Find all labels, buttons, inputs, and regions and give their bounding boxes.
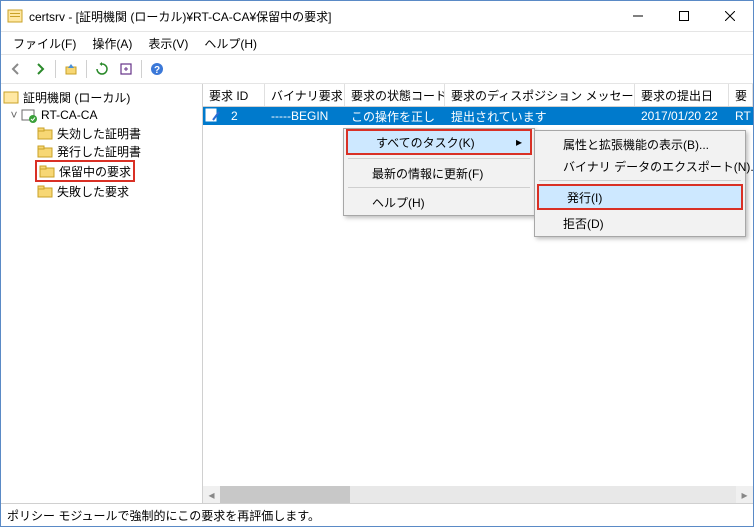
tree-pending[interactable]: 保留中の要求 [35,160,135,182]
col-bin[interactable]: バイナリ要求 [265,84,345,106]
ctx-all-tasks-label: すべてのタスク(K) [376,134,475,151]
close-button[interactable] [707,1,753,31]
menu-action[interactable]: 操作(A) [86,33,138,54]
menu-view[interactable]: 表示(V) [142,33,194,54]
tree-pending-label: 保留中の要求 [59,163,131,180]
ctx-issue-label: 発行(I) [567,189,602,206]
ctx-export-binary-label: バイナリ データのエクスポート(N)... [563,158,753,175]
ctx-refresh-label: 最新の情報に更新(F) [372,165,483,182]
h-scrollbar[interactable]: ◂ ▸ [203,486,753,503]
ctx-all-tasks[interactable]: すべてのタスク(K) ▸ [348,131,530,153]
col-id[interactable]: 要求 ID [203,84,265,106]
ctx-sep [348,187,530,188]
ctx-show-attrs-label: 属性と拡張機能の表示(B)... [563,136,709,153]
column-headers: 要求 ID バイナリ要求 要求の状態コード 要求のディスポジション メッセージ … [203,84,753,107]
cell-status: この操作を正し [345,108,445,125]
tree-revoked-label: 失効した証明書 [57,125,141,142]
ctx-export-binary[interactable]: バイナリ データのエクスポート(N)... [535,155,745,177]
help-button[interactable]: ? [146,58,168,80]
tree-root[interactable]: 証明機関 (ローカル) [3,88,200,106]
scroll-thumb[interactable] [220,486,350,503]
col-disp[interactable]: 要求のディスポジション メッセージ [445,84,635,106]
menu-bar: ファイル(F) 操作(A) 表示(V) ヘルプ(H) [1,31,753,54]
tree-issued-label: 発行した証明書 [57,143,141,160]
row-icon [203,108,225,125]
ctx-deny-label: 拒否(D) [563,215,604,232]
ctx-sep [539,180,741,181]
ctx-issue[interactable]: 発行(I) [539,186,741,208]
col-date[interactable]: 要求の提出日 [635,84,729,106]
refresh-button[interactable] [91,58,113,80]
menu-help[interactable]: ヘルプ(H) [198,33,263,54]
ctx-help-label: ヘルプ(H) [372,194,425,211]
context-submenu: 属性と拡張機能の表示(B)... バイナリ データのエクスポート(N)... 発… [534,130,746,237]
cell-date: 2017/01/20 22 [635,109,729,123]
tree-ca[interactable]: ˅ RT-CA-CA [3,106,200,124]
cell-disp: 提出されています [445,108,635,125]
col-extra[interactable]: 要 [729,84,753,106]
menu-file[interactable]: ファイル(F) [7,33,82,54]
export-button[interactable] [115,58,137,80]
ctx-deny[interactable]: 拒否(D) [535,212,745,234]
cell-extra: RT [729,109,753,123]
tree-issued[interactable]: 発行した証明書 [3,142,200,160]
ctx-refresh[interactable]: 最新の情報に更新(F) [344,162,534,184]
cell-id: 2 [225,109,265,123]
window-title: certsrv - [証明機関 (ローカル)¥RT-CA-CA¥保留中の要求] [29,8,615,25]
list-pane: 要求 ID バイナリ要求 要求の状態コード 要求のディスポジション メッセージ … [203,84,753,503]
col-status[interactable]: 要求の状態コード [345,84,445,106]
maximize-button[interactable] [661,1,707,31]
status-bar: ポリシー モジュールで強制的にこの要求を再評価します。 [1,503,753,526]
ctx-show-attrs[interactable]: 属性と拡張機能の表示(B)... [535,133,745,155]
forward-button[interactable] [29,58,51,80]
submenu-arrow-icon: ▸ [516,135,522,149]
tree-pane: 証明機関 (ローカル) ˅ RT-CA-CA 失効した証明書 発行した証明書 保… [1,84,203,503]
request-row[interactable]: 2 -----BEGIN この操作を正し 提出されています 2017/01/20… [203,107,753,125]
status-text: ポリシー モジュールで強制的にこの要求を再評価します。 [7,507,320,524]
context-menu: すべてのタスク(K) ▸ 最新の情報に更新(F) ヘルプ(H) [343,128,535,216]
tree-root-label: 証明機関 (ローカル) [23,89,130,106]
app-icon [7,8,23,24]
scroll-left-icon[interactable]: ◂ [203,488,220,502]
tree-failed-label: 失敗した要求 [57,183,129,200]
tree-failed[interactable]: 失敗した要求 [3,182,200,200]
ctx-help[interactable]: ヘルプ(H) [344,191,534,213]
up-button[interactable] [60,58,82,80]
cell-bin: -----BEGIN [265,109,345,123]
toolbar: ? [1,54,753,84]
tree-ca-label: RT-CA-CA [41,108,97,122]
tree-revoked[interactable]: 失効した証明書 [3,124,200,142]
scroll-right-icon[interactable]: ▸ [736,488,753,502]
minimize-button[interactable] [615,1,661,31]
ctx-sep [348,158,530,159]
back-button[interactable] [5,58,27,80]
svg-text:?: ? [154,65,160,76]
